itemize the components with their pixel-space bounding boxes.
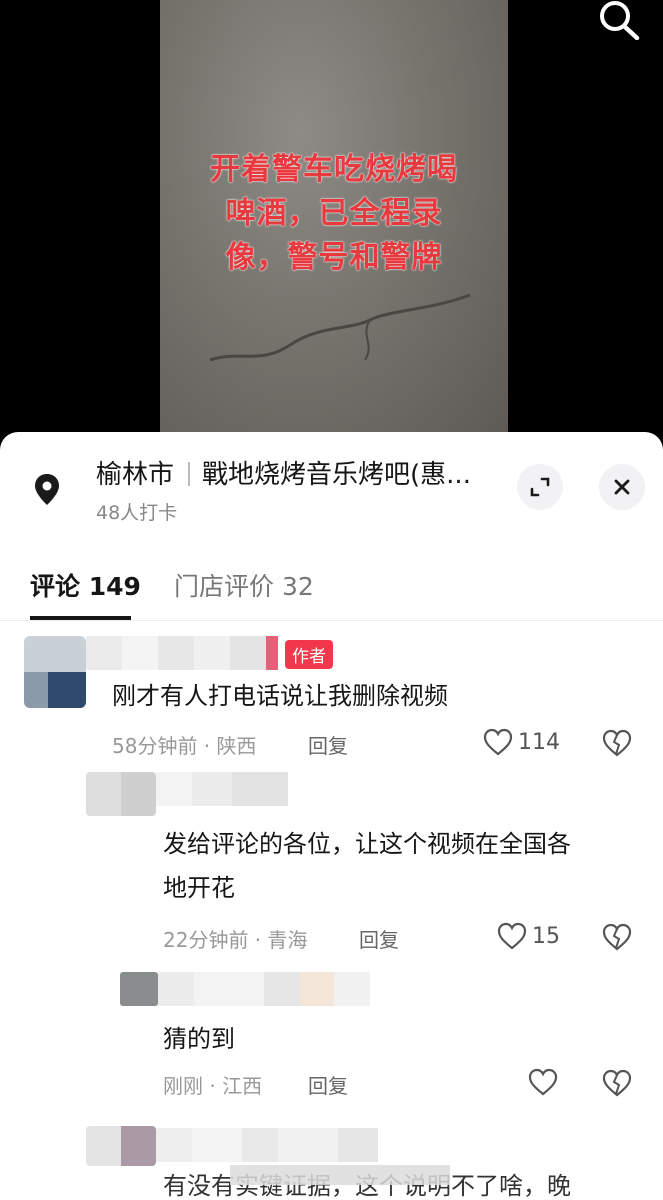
heart-icon [528, 1068, 558, 1096]
like-button[interactable]: 15 [496, 921, 560, 951]
comment-text[interactable]: 发给评论的各位，让这个视频在全国各 地开花 [163, 822, 571, 910]
comment-meta: 刚刚 · 江西 [163, 1070, 262, 1099]
video-caption-overlay: 开着警车吃烧烤喝 啤酒，已全程录 像，警号和警牌 [160, 148, 508, 280]
video-frame[interactable]: 开着警车吃烧烤喝 啤酒，已全程录 像，警号和警牌 [160, 0, 508, 440]
title-divider [188, 462, 191, 486]
comment-line: 地开花 [163, 874, 235, 902]
road-crack-decoration [209, 293, 471, 362]
comment-line: 发给评论的各位，让这个视频在全国各 [163, 830, 571, 858]
close-icon [614, 479, 630, 495]
comment-region: 陕西 [216, 734, 257, 758]
username-blurred[interactable] [156, 1128, 378, 1162]
comment-meta: 58分钟前 · 陕西 [112, 730, 257, 759]
tab-store-reviews[interactable]: 门店评价 32 [174, 567, 314, 603]
avatar[interactable] [24, 636, 86, 708]
active-tab-indicator [30, 616, 131, 620]
comment-tabs: 评论 149 门店评价 32 [0, 550, 663, 621]
username-blurred[interactable] [86, 636, 278, 670]
meta-separator: · [248, 928, 268, 952]
comment-time: 22分钟前 [163, 928, 249, 952]
checkin-count: 48人打卡 [96, 502, 178, 524]
caption-line: 开着警车吃烧烤喝 [210, 152, 458, 187]
like-count: 114 [518, 729, 560, 755]
comment-time: 58分钟前 [112, 734, 198, 758]
avatar[interactable] [120, 972, 158, 1006]
reply-button[interactable]: 回复 [359, 924, 399, 953]
avatar[interactable] [86, 772, 156, 816]
like-count: 15 [532, 923, 560, 949]
reply-button[interactable]: 回复 [308, 730, 348, 759]
expand-button[interactable] [517, 464, 563, 510]
meta-separator: · [203, 1074, 223, 1098]
comments-sheet: 榆林市 戰地烧烤音乐烤吧(惠... 48人打卡 评论 149 门店评价 32 作者… [0, 432, 663, 1200]
broken-heart-icon[interactable] [601, 728, 633, 758]
close-button[interactable] [599, 464, 645, 510]
caption-line: 像，警号和警牌 [225, 240, 443, 275]
comment-text[interactable]: 刚才有人打电话说让我删除视频 [112, 674, 448, 718]
heart-icon [497, 922, 527, 950]
author-badge: 作者 [285, 640, 333, 669]
heart-icon [483, 728, 513, 756]
comment-meta: 22分钟前 · 青海 [163, 924, 308, 953]
video-player[interactable]: 开着警车吃烧烤喝 啤酒，已全程录 像，警号和警牌 [0, 0, 663, 440]
username-blurred[interactable] [156, 772, 288, 806]
broken-heart-icon[interactable] [601, 1068, 633, 1098]
blur-overlay [230, 1165, 450, 1185]
search-icon[interactable] [597, 0, 641, 40]
expand-icon [530, 477, 550, 497]
location-place[interactable]: 戰地烧烤音乐烤吧(惠... [202, 460, 471, 490]
avatar-block [48, 672, 86, 708]
comment-text[interactable]: 猜的到 [163, 1017, 235, 1061]
caption-line: 啤酒，已全程录 [225, 196, 443, 231]
broken-heart-icon[interactable] [601, 922, 633, 952]
username-blurred[interactable] [158, 972, 370, 1006]
comment-time: 刚刚 [163, 1074, 203, 1098]
like-button[interactable]: 114 [482, 727, 560, 757]
comment-region: 青海 [267, 928, 308, 952]
location-title[interactable]: 榆林市 戰地烧烤音乐烤吧(惠... [96, 454, 471, 491]
comment-region: 江西 [222, 1074, 263, 1098]
tab-comments[interactable]: 评论 149 [30, 567, 141, 603]
like-button[interactable] [527, 1067, 559, 1097]
avatar[interactable] [86, 1126, 156, 1166]
location-pin-icon [35, 474, 59, 505]
meta-separator: · [197, 734, 217, 758]
reply-button[interactable]: 回复 [308, 1070, 348, 1099]
location-city[interactable]: 榆林市 [96, 460, 174, 490]
